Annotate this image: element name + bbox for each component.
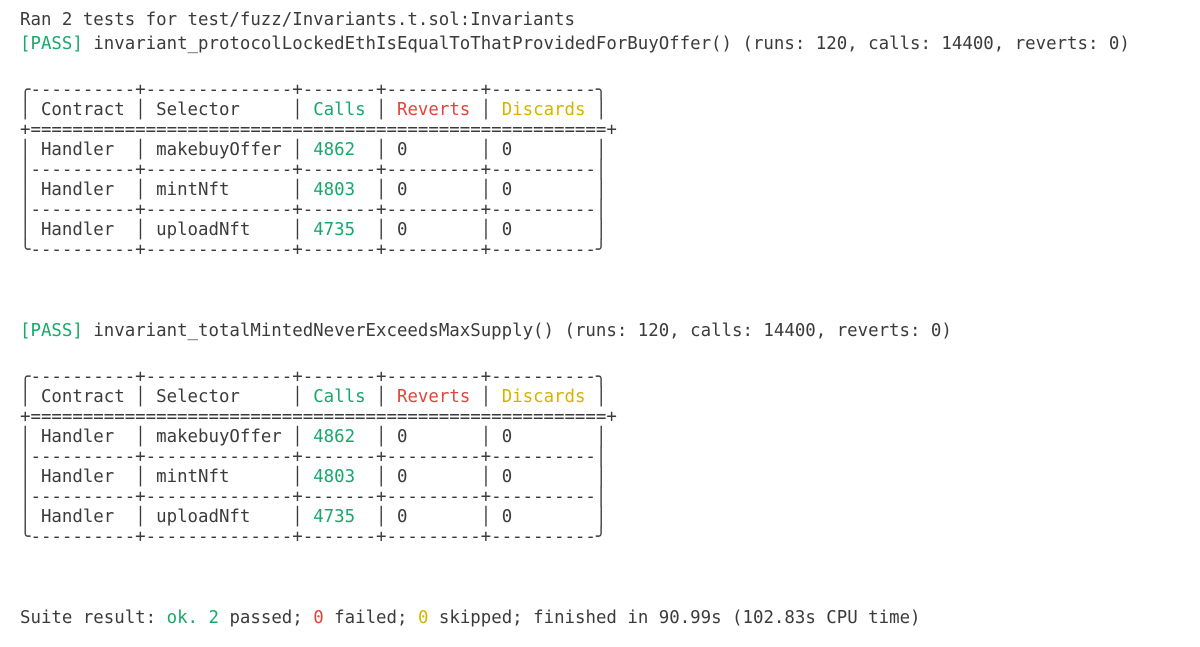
row-reverts: 0 (396, 140, 408, 160)
test-name: invariant_protocolLockedEthIsEqualToThat… (93, 34, 732, 54)
row-contract: Handler (40, 140, 115, 160)
row-discards: 0 (501, 140, 513, 160)
pass-status: [PASS] (20, 34, 83, 54)
test-stats: (runs: 120, calls: 14400, reverts: 0) (742, 34, 1130, 54)
row-selector: mintNft (156, 467, 230, 487)
row-calls: 4735 (313, 507, 356, 527)
summary-passed-label: passed; (218, 608, 314, 628)
row-calls: 4803 (313, 180, 356, 200)
row-reverts: 0 (396, 180, 408, 200)
row-discards: 0 (501, 427, 513, 447)
summary-skipped-count: 0 (417, 608, 429, 628)
invariant-table-1: ╭----------+--------------+-------+-----… (20, 80, 617, 260)
test-name: invariant_totalMintedNeverExceedsMaxSupp… (93, 321, 554, 341)
row-selector: uploadNft (156, 220, 251, 240)
summary-passed-count: 2 (208, 608, 219, 628)
row-discards: 0 (501, 220, 513, 240)
row-selector: uploadNft (156, 507, 251, 527)
summary-prefix: Suite result: (20, 608, 167, 628)
header-reverts: Reverts (396, 100, 471, 120)
row-selector: makebuyOffer (156, 140, 282, 160)
row-reverts: 0 (396, 220, 408, 240)
suite-summary-line: Suite result: ok. 2 passed; 0 failed; 0 … (20, 606, 921, 630)
test-result-line-1: [PASS] invariant_protocolLockedEthIsEqua… (20, 32, 1130, 56)
header-contract: Contract (40, 387, 125, 407)
row-reverts: 0 (396, 427, 408, 447)
row-selector: makebuyOffer (156, 427, 282, 447)
test-stats: (runs: 120, calls: 14400, reverts: 0) (564, 321, 952, 341)
pass-status: [PASS] (20, 321, 83, 341)
row-contract: Handler (40, 427, 115, 447)
header-calls: Calls (313, 100, 366, 120)
ran-tests-line: Ran 2 tests for test/fuzz/Invariants.t.s… (20, 10, 575, 30)
summary-skipped-label: skipped; (428, 608, 534, 628)
terminal-output: Ran 2 tests for test/fuzz/Invariants.t.s… (20, 0, 1200, 647)
row-calls: 4803 (313, 467, 356, 487)
header-discards: Discards (501, 100, 586, 120)
test-result-line-2: [PASS] invariant_totalMintedNeverExceeds… (20, 319, 952, 343)
row-contract: Handler (40, 220, 115, 240)
summary-finished: finished in 90.99s (102.83s CPU time) (533, 608, 921, 628)
header-selector: Selector (156, 100, 240, 120)
row-contract: Handler (40, 180, 115, 200)
invariant-table-2: ╭----------+--------------+-------+-----… (20, 367, 617, 547)
summary-failed-label: failed; (323, 608, 418, 628)
row-contract: Handler (40, 507, 115, 527)
header-reverts: Reverts (396, 387, 471, 407)
row-reverts: 0 (396, 467, 408, 487)
row-calls: 4735 (313, 220, 356, 240)
row-discards: 0 (501, 180, 513, 200)
header-contract: Contract (40, 100, 125, 120)
header-calls: Calls (313, 387, 366, 407)
row-discards: 0 (501, 467, 513, 487)
row-calls: 4862 (313, 427, 356, 447)
row-calls: 4862 (313, 140, 356, 160)
row-discards: 0 (501, 507, 513, 527)
header-selector: Selector (156, 387, 240, 407)
header-discards: Discards (501, 387, 586, 407)
summary-ok: ok. (166, 608, 199, 628)
row-selector: mintNft (156, 180, 230, 200)
summary-failed-count: 0 (313, 608, 324, 628)
row-contract: Handler (40, 467, 115, 487)
row-reverts: 0 (396, 507, 408, 527)
